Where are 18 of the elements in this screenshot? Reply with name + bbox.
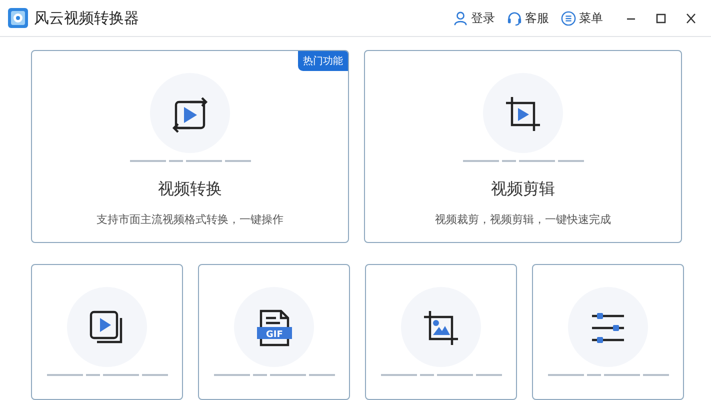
feature-card[interactable]: 视频剪辑 视频裁剪，视频剪辑，一键快速完成 — [364, 50, 682, 243]
headset-icon — [507, 10, 522, 26]
header-button[interactable]: 客服 — [505, 8, 551, 28]
close-icon[interactable] — [685, 12, 697, 24]
card-title: 视频转换 — [158, 178, 222, 200]
menu-icon — [561, 10, 576, 26]
card-description: 支持市面主流视频格式转换，一键操作 — [96, 212, 284, 226]
card-title: 视频剪辑 — [491, 178, 555, 200]
window-title: 风云视频转换器 — [34, 8, 139, 28]
feature-card[interactable]: 视频转换 支持市面主流视频格式转换，一键操作 热门功能 — [31, 50, 349, 243]
hot-badge: 热门功能 — [298, 51, 348, 71]
app-logo-icon — [8, 8, 28, 28]
header-button[interactable]: 菜单 — [559, 8, 605, 28]
tool-card[interactable]: GIF — [198, 264, 350, 400]
card-description: 视频裁剪，视频剪辑，一键快速完成 — [435, 212, 611, 226]
header-button[interactable]: 登录 — [451, 8, 497, 28]
user-icon — [453, 10, 468, 26]
maximize-icon[interactable] — [655, 12, 667, 24]
